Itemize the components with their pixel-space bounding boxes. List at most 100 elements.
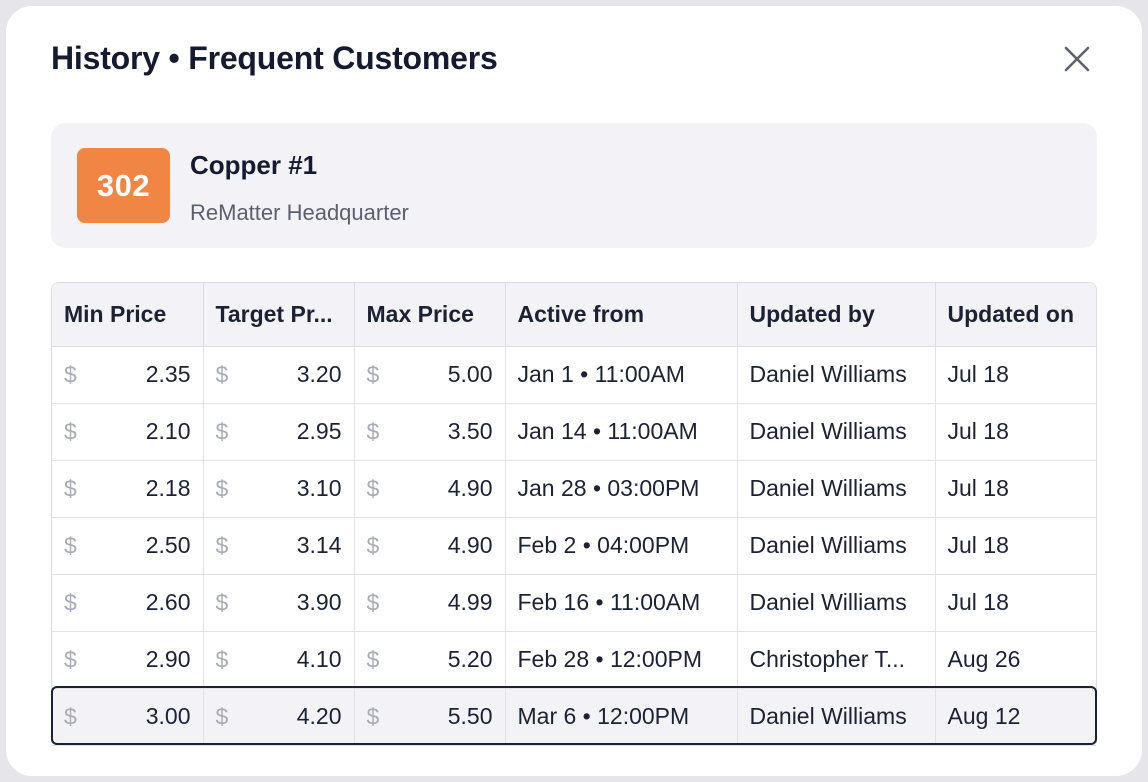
cell-min-price: $2.35: [52, 346, 204, 404]
cell-target-price: $2.95: [203, 403, 355, 461]
price-value: 4.99: [447, 589, 493, 615]
cell-active-from: Jan 14 • 11:00AM: [505, 403, 738, 461]
cell-target-price: $3.90: [203, 574, 355, 632]
column-header-updated-by[interactable]: Updated by: [737, 283, 936, 347]
close-icon: [1064, 46, 1090, 72]
price-value: 3.90: [296, 589, 342, 615]
cell-target-price: $3.10: [203, 460, 355, 518]
cell-updated-by: Daniel Williams: [737, 346, 936, 404]
currency-symbol: $: [64, 361, 77, 387]
cell-updated-on: Aug 12: [935, 688, 1096, 746]
cell-target-price: $3.20: [203, 346, 355, 404]
cell-active-from: Jan 1 • 11:00AM: [505, 346, 738, 404]
price-value: 5.20: [447, 646, 493, 672]
cell-active-from: Feb 28 • 12:00PM: [505, 631, 738, 689]
cell-updated-by: Daniel Williams: [737, 403, 936, 461]
cell-target-price: $4.10: [203, 631, 355, 689]
cell-updated-on: Jul 18: [935, 403, 1096, 461]
currency-symbol: $: [215, 361, 229, 387]
cell-updated-on: Jul 18: [935, 460, 1096, 518]
cell-updated-on: Jul 18: [935, 517, 1096, 575]
cell-max-price: $4.99: [354, 574, 506, 632]
cell-updated-by: Daniel Williams: [737, 460, 936, 518]
currency-symbol: $: [366, 532, 380, 558]
table-row[interactable]: $2.60 $3.90 $4.99 Feb 16 • 11:00AM Daniel Wi…: [52, 574, 1096, 632]
currency-symbol: $: [64, 646, 77, 672]
cell-active-from: Feb 16 • 11:00AM: [505, 574, 738, 632]
item-code-badge: 302: [77, 148, 170, 223]
table-row[interactable]: $2.50 $3.14 $4.90 Feb 2 • 04:00PM Daniel Wil…: [52, 517, 1096, 575]
column-header-min-price[interactable]: Min Price: [52, 283, 204, 347]
cell-min-price: $2.60: [52, 574, 204, 632]
price-value: 3.00: [145, 703, 191, 729]
currency-symbol: $: [215, 475, 229, 501]
cell-active-from: Feb 2 • 04:00PM: [505, 517, 738, 575]
table-row[interactable]: $3.00 $4.20 $5.50 Mar 6 • 12:00PM Daniel Wil…: [52, 688, 1096, 746]
table-row[interactable]: $2.90 $4.10 $5.20 Feb 28 • 12:00PM Christoph…: [52, 631, 1096, 689]
currency-symbol: $: [64, 475, 77, 501]
cell-min-price: $3.00: [52, 688, 204, 746]
price-value: 2.60: [145, 589, 191, 615]
currency-symbol: $: [215, 646, 229, 672]
price-value: 2.18: [145, 475, 191, 501]
cell-max-price: $3.50: [354, 403, 506, 461]
cell-max-price: $5.00: [354, 346, 506, 404]
cell-min-price: $2.18: [52, 460, 204, 518]
table-row[interactable]: $2.35 $3.20 $5.00 Jan 1 • 11:00AM Daniel Wil…: [52, 346, 1096, 404]
table-header-row: Min Price Target Pr... Max Price Active …: [52, 283, 1096, 347]
cell-updated-on: Jul 18: [935, 346, 1096, 404]
column-header-max-price[interactable]: Max Price: [354, 283, 506, 347]
cell-max-price: $5.20: [354, 631, 506, 689]
price-value: 2.10: [145, 418, 191, 444]
price-value: 4.90: [447, 532, 493, 558]
price-value: 2.35: [145, 361, 191, 387]
column-header-active-from[interactable]: Active from: [505, 283, 738, 347]
price-value: 3.50: [447, 418, 493, 444]
currency-symbol: $: [64, 589, 77, 615]
price-value: 3.14: [296, 532, 342, 558]
item-summary-card: 302 Copper #1 ReMatter Headquarter: [51, 123, 1097, 248]
currency-symbol: $: [366, 589, 380, 615]
cell-max-price: $4.90: [354, 460, 506, 518]
cell-target-price: $4.20: [203, 688, 355, 746]
cell-updated-by: Christopher T...: [737, 631, 936, 689]
currency-symbol: $: [215, 703, 229, 729]
currency-symbol: $: [215, 589, 229, 615]
currency-symbol: $: [366, 646, 380, 672]
column-header-updated-on[interactable]: Updated on: [935, 283, 1096, 347]
price-value: 2.90: [145, 646, 191, 672]
cell-updated-by: Daniel Williams: [737, 574, 936, 632]
table-row[interactable]: $2.18 $3.10 $4.90 Jan 28 • 03:00PM Daniel Wi…: [52, 460, 1096, 518]
price-history-table: Min Price Target Pr... Max Price Active …: [51, 282, 1097, 746]
currency-symbol: $: [366, 475, 380, 501]
price-value: 2.50: [145, 532, 191, 558]
table-row[interactable]: $2.10 $2.95 $3.50 Jan 14 • 11:00AM Daniel Wi…: [52, 403, 1096, 461]
cell-min-price: $2.10: [52, 403, 204, 461]
currency-symbol: $: [366, 703, 380, 729]
close-button[interactable]: [1062, 44, 1092, 74]
price-value: 3.20: [296, 361, 342, 387]
column-header-target-price[interactable]: Target Pr...: [203, 283, 355, 347]
currency-symbol: $: [64, 418, 77, 444]
cell-target-price: $3.14: [203, 517, 355, 575]
cell-active-from: Mar 6 • 12:00PM: [505, 688, 738, 746]
cell-max-price: $5.50: [354, 688, 506, 746]
cell-active-from: Jan 28 • 03:00PM: [505, 460, 738, 518]
item-name: Copper #1: [190, 150, 318, 180]
currency-symbol: $: [64, 703, 77, 729]
currency-symbol: $: [366, 418, 380, 444]
price-value: 5.50: [447, 703, 493, 729]
cell-updated-by: Daniel Williams: [737, 688, 936, 746]
history-dialog: History • Frequent Customers 302 Copper …: [6, 6, 1142, 776]
currency-symbol: $: [64, 532, 77, 558]
currency-symbol: $: [215, 418, 229, 444]
dialog-title: History • Frequent Customers: [51, 40, 498, 76]
cell-min-price: $2.50: [52, 517, 204, 575]
cell-updated-by: Daniel Williams: [737, 517, 936, 575]
price-value: 5.00: [447, 361, 493, 387]
price-value: 4.20: [296, 703, 342, 729]
price-value: 4.90: [447, 475, 493, 501]
cell-min-price: $2.90: [52, 631, 204, 689]
currency-symbol: $: [215, 532, 229, 558]
price-value: 3.10: [296, 475, 342, 501]
